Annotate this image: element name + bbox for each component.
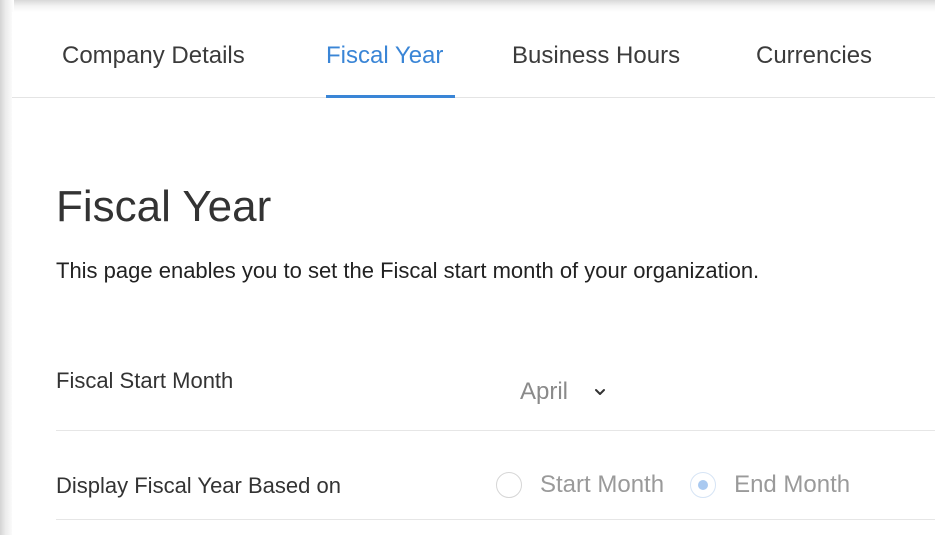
page-description: This page enables you to set the Fiscal … bbox=[56, 258, 760, 283]
chevron-down-icon bbox=[595, 389, 606, 395]
end-month-label[interactable]: End Month bbox=[734, 471, 850, 499]
settings-panel: Company Details Fiscal Year Business Hou… bbox=[12, 12, 935, 535]
tab-bar: Company Details Fiscal Year Business Hou… bbox=[12, 12, 935, 98]
start-month-radio[interactable] bbox=[496, 472, 522, 498]
display-fiscal-year-row: Display Fiscal Year Based on Start Month… bbox=[56, 431, 935, 520]
tab-business-hours[interactable]: Business Hours bbox=[512, 42, 680, 70]
window-top-shadow bbox=[0, 0, 935, 12]
start-month-label[interactable]: Start Month bbox=[540, 471, 664, 499]
tab-fiscal-year[interactable]: Fiscal Year bbox=[326, 42, 443, 70]
tab-currencies[interactable]: Currencies bbox=[756, 42, 872, 70]
display-fiscal-year-label: Display Fiscal Year Based on bbox=[56, 473, 341, 498]
fiscal-start-month-select[interactable]: April bbox=[520, 378, 608, 406]
display-based-on-radio-group: Start Month End Month bbox=[496, 471, 850, 499]
active-tab-indicator bbox=[326, 95, 455, 98]
end-month-radio[interactable] bbox=[690, 472, 717, 498]
page-title: Fiscal Year bbox=[56, 182, 272, 231]
fiscal-start-month-value: April bbox=[520, 378, 569, 405]
fiscal-start-month-label: Fiscal Start Month bbox=[56, 368, 234, 393]
tab-company-details[interactable]: Company Details bbox=[62, 42, 245, 70]
fiscal-start-month-row: Fiscal Start Month April bbox=[56, 328, 935, 431]
